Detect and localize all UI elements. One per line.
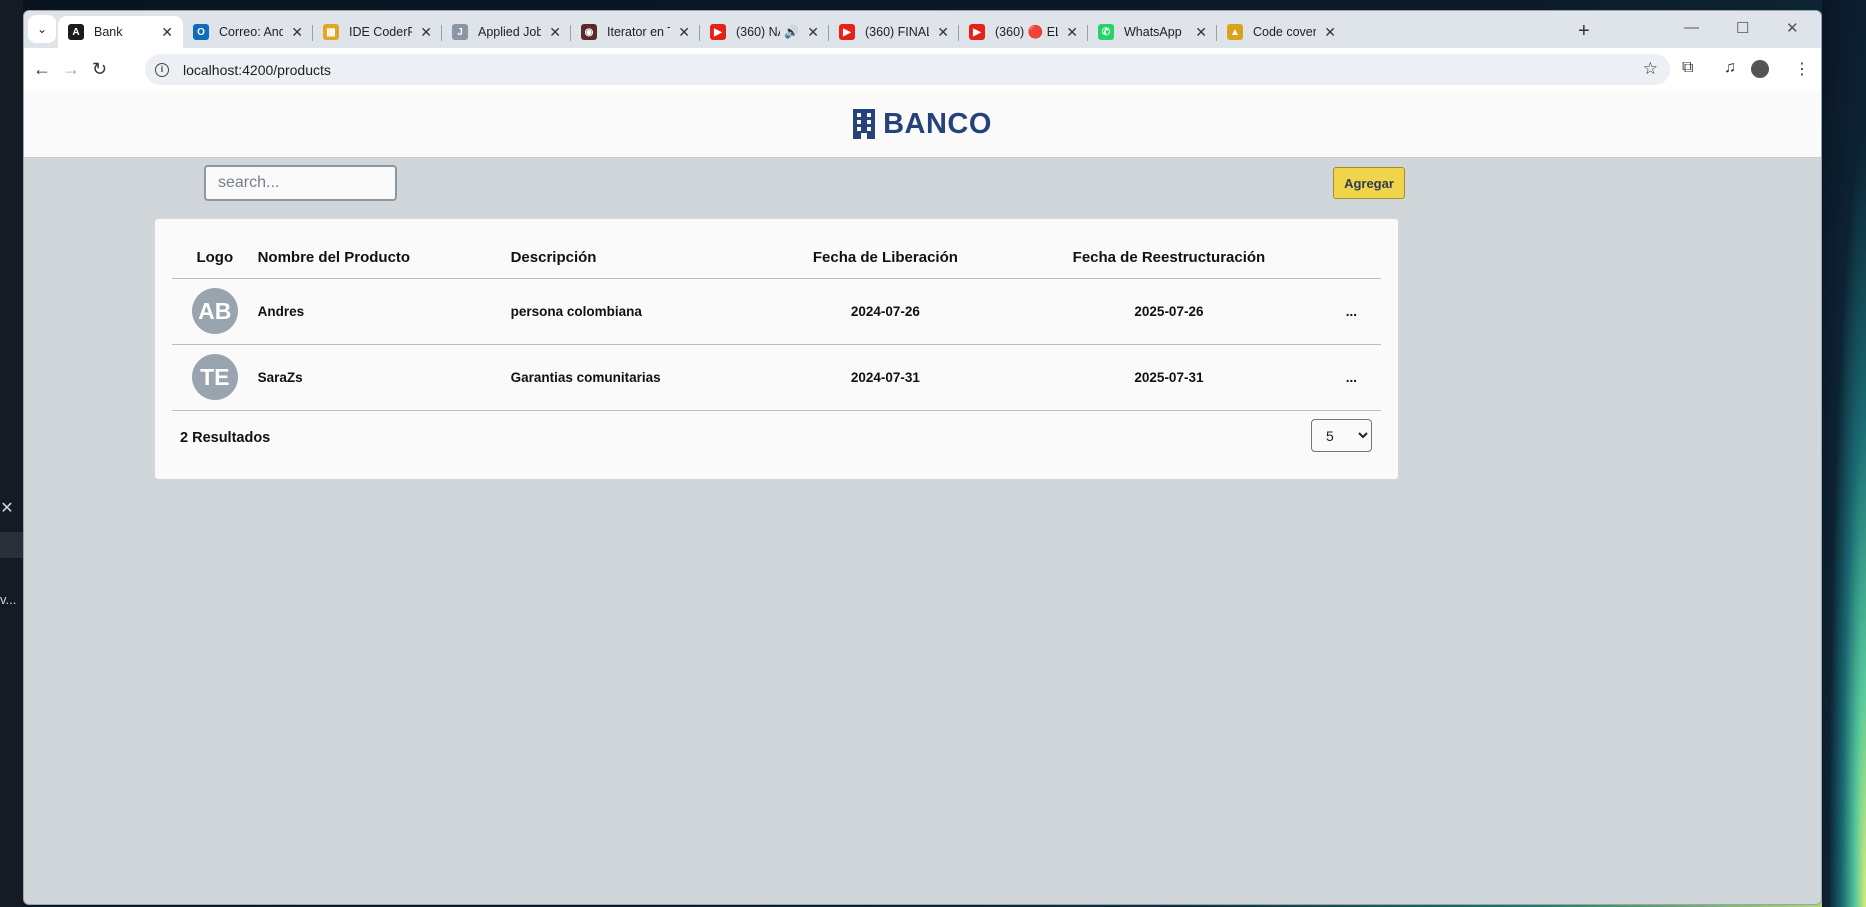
speaker-icon[interactable]: 🔊 [784, 25, 799, 39]
maximize-icon[interactable]: ☐ [1736, 19, 1749, 37]
address-bar[interactable]: i localhost:4200/products ☆ [145, 54, 1670, 85]
tab-iterator[interactable]: ◉ Iterator en Type ✕ [571, 16, 700, 48]
product-revision-date: 2025-07-31 [992, 344, 1346, 411]
bookmark-star-icon[interactable]: ☆ [1643, 59, 1658, 79]
product-logo-avatar: TE [191, 354, 238, 400]
tab-bank[interactable]: A Bank ✕ [58, 16, 183, 48]
header-logo: Logo [172, 237, 258, 279]
tab-label: (360) 🔴 EL PU [995, 24, 1058, 39]
coderpad-icon: ▦ [323, 24, 339, 40]
outlook-icon: O [193, 24, 209, 40]
reload-icon[interactable]: ↻ [92, 59, 107, 80]
row-actions-menu[interactable]: ... [1345, 344, 1381, 411]
url-text[interactable]: localhost:4200/products [183, 62, 331, 78]
header-actions [1345, 237, 1381, 279]
browser-window: ⌄ A Bank ✕ O Correo: Andrés ✕ ▦ IDE Code… [23, 10, 1822, 905]
youtube-icon: ▶ [710, 24, 726, 40]
tab-label: Applied Jobs | T [478, 25, 541, 39]
close-icon[interactable]: ✕ [420, 24, 432, 41]
brand-name: BANCO [883, 107, 992, 140]
menu-kebab-icon[interactable]: ⋮ [1794, 59, 1810, 79]
ellipsis-icon: v... [0, 592, 17, 607]
whatsapp-icon: ✆ [1098, 24, 1114, 40]
extensions-icon[interactable]: ⧉ [1682, 59, 1693, 77]
brand: BANCO [853, 108, 992, 141]
close-icon[interactable]: ✕ [1195, 24, 1207, 41]
tab-label: Iterator en Type [607, 25, 670, 39]
minimize-icon[interactable]: — [1684, 19, 1699, 36]
product-logo-avatar: AB [191, 288, 238, 334]
tab-search-button[interactable]: ⌄ [28, 15, 56, 43]
products-card: Logo Nombre del Producto Descripción Fec… [155, 219, 1398, 479]
tab-label: Correo: Andrés [219, 25, 283, 39]
angular-icon: A [68, 24, 84, 40]
site-info-icon[interactable]: i [155, 62, 169, 77]
tab-applied-jobs[interactable]: J Applied Jobs | T ✕ [442, 16, 571, 48]
tab-label: IDE CoderPad S [349, 25, 412, 39]
product-name: Andres [257, 278, 511, 345]
product-name: SaraZs [257, 344, 511, 411]
table-row: AB Andres persona colombiana 2024-07-26 … [172, 278, 1381, 345]
bank-building-icon [853, 109, 876, 139]
tab-youtube-nacio[interactable]: ▶ (360) NACIO 🔊 ✕ [700, 16, 829, 48]
header-release-date: Fecha de Liberación [778, 237, 993, 279]
media-control-icon[interactable]: ♫ [1724, 59, 1736, 77]
desktop-wallpaper [1822, 0, 1866, 907]
close-icon[interactable]: ✕ [549, 24, 561, 41]
close-icon[interactable]: ✕ [0, 498, 14, 524]
header-name: Nombre del Producto [257, 237, 511, 279]
search-input[interactable] [204, 165, 397, 201]
close-icon[interactable]: ✕ [1324, 24, 1336, 41]
tab-correo[interactable]: O Correo: Andrés ✕ [183, 16, 313, 48]
close-icon[interactable]: ✕ [291, 24, 303, 41]
new-tab-button[interactable]: + [1578, 20, 1590, 43]
youtube-icon: ▶ [839, 24, 855, 40]
forward-icon[interactable]: → [62, 59, 80, 80]
close-icon[interactable]: ✕ [807, 24, 819, 41]
tab-coderpad[interactable]: ▦ IDE CoderPad S ✕ [313, 16, 442, 48]
table-header-row: Logo Nombre del Producto Descripción Fec… [172, 237, 1381, 279]
tab-label: (360) NACIO [736, 25, 780, 39]
tab-label: WhatsApp [1124, 25, 1182, 39]
products-table: Logo Nombre del Producto Descripción Fec… [172, 237, 1381, 411]
tab-label: Bank [94, 25, 123, 39]
page-size-select[interactable]: 5 [1311, 419, 1372, 452]
product-description: Garantias comunitarias [510, 344, 779, 411]
browser-toolbar: ← → ↻ i localhost:4200/products ☆ ⧉ ♫ ⋮ [24, 48, 1821, 91]
product-revision-date: 2025-07-26 [992, 278, 1346, 345]
desktop-left-strip: ✕ v... [0, 0, 23, 907]
close-icon[interactable]: ✕ [678, 24, 690, 41]
close-icon[interactable]: ✕ [1066, 24, 1078, 41]
profile-avatar[interactable] [1751, 60, 1769, 78]
add-product-button[interactable]: Agregar [1333, 167, 1405, 199]
coverage-icon: ▲ [1227, 24, 1243, 40]
close-icon[interactable]: ✕ [161, 24, 173, 41]
tab-whatsapp[interactable]: ✆ WhatsApp ✕ [1088, 16, 1217, 48]
jobs-icon: J [452, 24, 468, 40]
header-description: Descripción [510, 237, 779, 279]
results-count: 2 Resultados [180, 430, 271, 446]
youtube-icon: ▶ [969, 24, 985, 40]
back-icon[interactable]: ← [33, 59, 51, 80]
site-icon: ◉ [581, 24, 597, 40]
header-revision-date: Fecha de Reestructuración [992, 237, 1346, 279]
selected-strip [0, 532, 23, 558]
row-actions-menu[interactable]: ... [1345, 278, 1381, 345]
app-header: BANCO [24, 91, 1821, 158]
tab-youtube-elpu[interactable]: ▶ (360) 🔴 EL PU ✕ [959, 16, 1088, 48]
close-icon[interactable]: ✕ [937, 24, 949, 41]
tab-youtube-final[interactable]: ▶ (360) FINAL QU ✕ [829, 16, 959, 48]
tab-strip: ⌄ A Bank ✕ O Correo: Andrés ✕ ▦ IDE Code… [24, 11, 1821, 48]
tab-label: Code coverage [1253, 25, 1316, 39]
tab-label: (360) FINAL QU [865, 25, 930, 39]
window-close-icon[interactable]: ✕ [1786, 19, 1799, 37]
product-release-date: 2024-07-26 [778, 278, 993, 345]
product-description: persona colombiana [510, 278, 779, 345]
tab-code-coverage[interactable]: ▲ Code coverage ✕ [1217, 16, 1346, 48]
table-row: TE SaraZs Garantias comunitarias 2024-07… [172, 344, 1381, 411]
product-release-date: 2024-07-31 [778, 344, 993, 411]
